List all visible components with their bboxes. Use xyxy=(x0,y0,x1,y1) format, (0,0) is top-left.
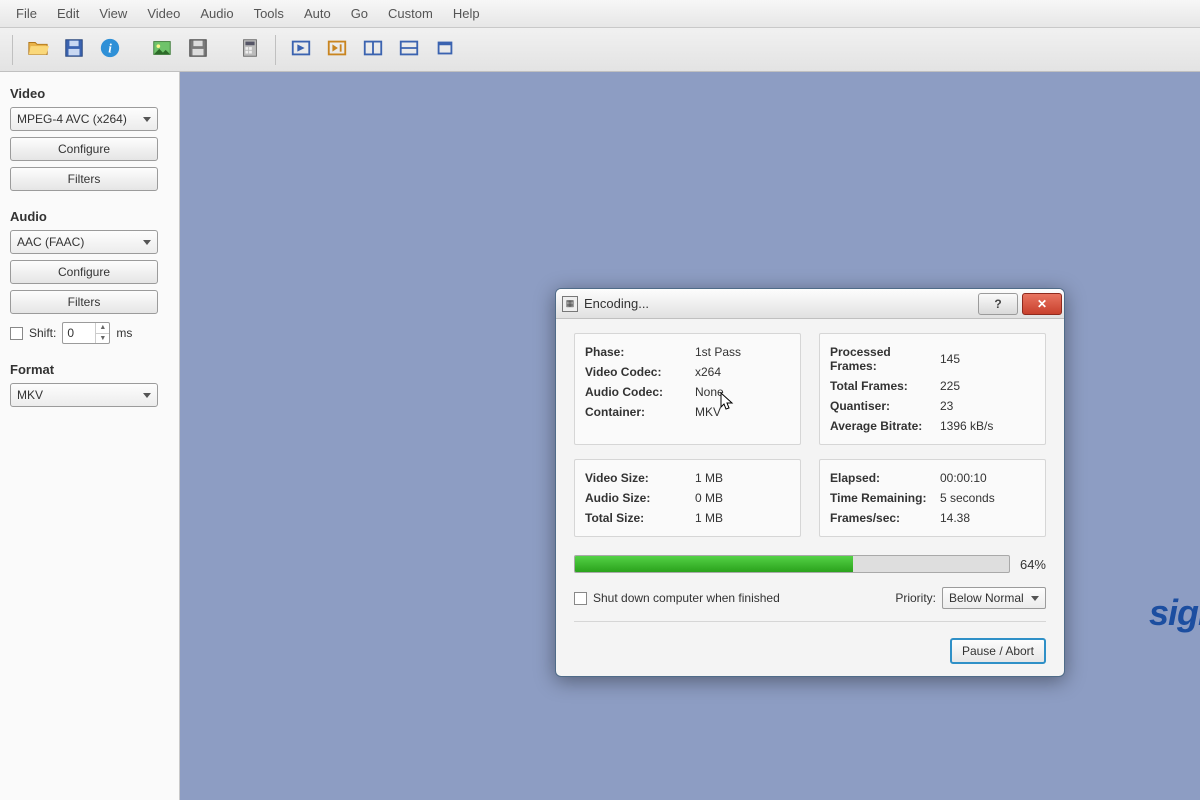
picture-button[interactable] xyxy=(147,35,177,65)
audio-codec-value: AAC (FAAC) xyxy=(17,235,84,249)
audio-section-label: Audio xyxy=(10,209,169,224)
open-button[interactable] xyxy=(23,35,53,65)
progress-bar xyxy=(574,555,1010,573)
format-section-label: Format xyxy=(10,362,169,377)
next-marker-icon xyxy=(326,37,348,62)
menu-auto[interactable]: Auto xyxy=(294,2,341,25)
split-columns-icon xyxy=(362,37,384,62)
video-codec-select[interactable]: MPEG-4 AVC (x264) xyxy=(10,107,158,131)
play-marker-button[interactable] xyxy=(286,35,316,65)
svg-text:i: i xyxy=(108,42,112,56)
dialog-title: Encoding... xyxy=(584,296,649,311)
info-button[interactable]: i xyxy=(95,35,125,65)
priority-label: Priority: xyxy=(895,591,936,605)
menubar: File Edit View Video Audio Tools Auto Go… xyxy=(0,0,1200,28)
audio-configure-button[interactable]: Configure xyxy=(10,260,158,284)
watermark: sight xyxy=(1149,592,1200,634)
info-box-time: Elapsed:00:00:10 Time Remaining:5 second… xyxy=(819,459,1046,537)
encoding-dialog: ▦ Encoding... ? ✕ Phase:1st Pass Video C… xyxy=(555,288,1065,677)
calculator-icon xyxy=(239,37,261,62)
close-button[interactable]: ✕ xyxy=(1022,293,1062,315)
menu-help[interactable]: Help xyxy=(443,2,490,25)
split-cols-button[interactable] xyxy=(358,35,388,65)
app-icon: ▦ xyxy=(562,296,578,312)
picture-icon xyxy=(151,37,173,62)
video-filters-button[interactable]: Filters xyxy=(10,167,158,191)
shift-unit: ms xyxy=(116,326,132,340)
chevron-down-icon xyxy=(143,240,151,245)
next-marker-button[interactable] xyxy=(322,35,352,65)
shutdown-checkbox[interactable] xyxy=(574,592,587,605)
chevron-down-icon xyxy=(1031,596,1039,601)
menu-go[interactable]: Go xyxy=(341,2,378,25)
info-box-frames: Processed Frames:145 Total Frames:225 Qu… xyxy=(819,333,1046,445)
video-configure-button[interactable]: Configure xyxy=(10,137,158,161)
audio-codec-select[interactable]: AAC (FAAC) xyxy=(10,230,158,254)
info-icon: i xyxy=(99,37,121,62)
chevron-down-icon xyxy=(143,393,151,398)
menu-video[interactable]: Video xyxy=(137,2,190,25)
audio-filters-button[interactable]: Filters xyxy=(10,290,158,314)
folder-open-icon xyxy=(27,37,49,62)
window-icon xyxy=(434,37,456,62)
toolbar-separator xyxy=(275,35,276,65)
menu-tools[interactable]: Tools xyxy=(244,2,294,25)
window-button[interactable] xyxy=(430,35,460,65)
progress-fill xyxy=(575,556,853,572)
menu-view[interactable]: View xyxy=(89,2,137,25)
save-button[interactable] xyxy=(59,35,89,65)
pause-abort-button[interactable]: Pause / Abort xyxy=(950,638,1046,664)
play-marker-icon xyxy=(290,37,312,62)
info-box-codec: Phase:1st Pass Video Codec:x264 Audio Co… xyxy=(574,333,801,445)
menu-custom[interactable]: Custom xyxy=(378,2,443,25)
shift-checkbox[interactable] xyxy=(10,327,23,340)
sidebar: Video MPEG-4 AVC (x264) Configure Filter… xyxy=(0,72,180,800)
video-section-label: Video xyxy=(10,86,169,101)
toolbar: i xyxy=(0,28,1200,72)
split-rows-icon xyxy=(398,37,420,62)
calculator-button[interactable] xyxy=(235,35,265,65)
info-box-size: Video Size:1 MB Audio Size:0 MB Total Si… xyxy=(574,459,801,537)
floppy-small-icon xyxy=(187,37,209,62)
shift-spinner[interactable]: 0 ▲▼ xyxy=(62,322,110,344)
menu-edit[interactable]: Edit xyxy=(47,2,89,25)
floppy-icon xyxy=(63,37,85,62)
save-image-button[interactable] xyxy=(183,35,213,65)
menu-audio[interactable]: Audio xyxy=(190,2,243,25)
dialog-titlebar[interactable]: ▦ Encoding... ? ✕ xyxy=(556,289,1064,319)
spin-up-icon[interactable]: ▲ xyxy=(96,323,109,334)
toolbar-separator xyxy=(12,35,13,65)
split-rows-button[interactable] xyxy=(394,35,424,65)
format-select[interactable]: MKV xyxy=(10,383,158,407)
chevron-down-icon xyxy=(143,117,151,122)
spin-down-icon[interactable]: ▼ xyxy=(96,334,109,344)
progress-percent: 64% xyxy=(1020,557,1046,572)
video-codec-value: MPEG-4 AVC (x264) xyxy=(17,112,127,126)
format-value: MKV xyxy=(17,388,43,402)
priority-value: Below Normal xyxy=(949,591,1024,605)
menu-file[interactable]: File xyxy=(6,2,47,25)
shift-value: 0 xyxy=(67,326,74,340)
shift-label: Shift: xyxy=(29,326,56,340)
shutdown-label: Shut down computer when finished xyxy=(593,591,780,605)
priority-select[interactable]: Below Normal xyxy=(942,587,1046,609)
help-button[interactable]: ? xyxy=(978,293,1018,315)
